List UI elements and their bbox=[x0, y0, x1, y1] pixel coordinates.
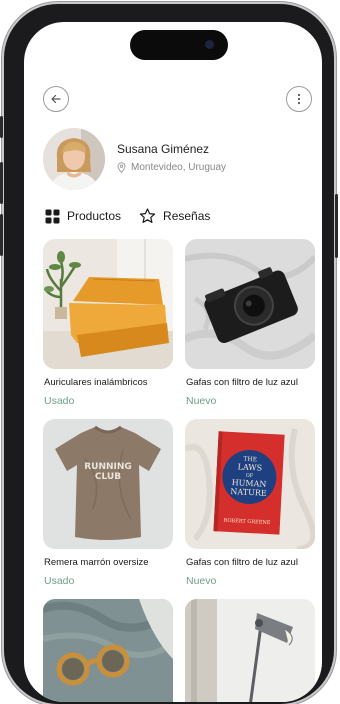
tshirt-print-line2: CLUB bbox=[95, 472, 121, 482]
product-card[interactable]: Auriculares inalámbricos Usado bbox=[43, 239, 173, 407]
product-title: Gafas con filtro de luz azul bbox=[186, 557, 298, 568]
product-image-black-camera bbox=[185, 239, 315, 369]
product-card[interactable]: Gafas con filtro de luz azul Nuevo bbox=[185, 239, 315, 407]
phone-frame: Susana Giménez Montevideo, Uruguay Produ… bbox=[0, 4, 338, 704]
side-button-action bbox=[0, 116, 3, 138]
more-vertical-icon bbox=[297, 93, 301, 105]
tab-resenas-label: Reseñas bbox=[163, 209, 211, 223]
product-image-book: THE LAWS OF HUMAN NATURE ROBERT GREENE bbox=[185, 419, 315, 549]
book-cover-nature: NATURE bbox=[230, 487, 267, 498]
product-image-desk-lamp bbox=[185, 599, 315, 702]
profile-name: Susana Giménez bbox=[117, 142, 210, 156]
product-title: Auriculares inalámbricos bbox=[44, 377, 148, 388]
profile-header: Susana Giménez Montevideo, Uruguay bbox=[43, 128, 313, 192]
product-condition: Usado bbox=[44, 395, 75, 407]
dynamic-island bbox=[130, 30, 228, 60]
profile-tabs: Productos Reseñas bbox=[45, 206, 228, 226]
product-card[interactable]: THE LAWS OF HUMAN NATURE ROBERT GREENE G… bbox=[185, 419, 315, 587]
product-image-brown-tshirt: RUNNING CLUB bbox=[43, 419, 173, 549]
product-condition: Nuevo bbox=[186, 395, 217, 407]
tshirt-print-line1: RUNNING bbox=[84, 462, 132, 472]
product-condition: Nuevo bbox=[186, 575, 217, 587]
tab-resenas[interactable]: Reseñas bbox=[139, 208, 210, 224]
arrow-left-icon bbox=[51, 94, 61, 104]
side-button-power bbox=[335, 194, 338, 258]
map-pin-icon bbox=[117, 162, 126, 173]
side-button-volume-down bbox=[0, 214, 3, 256]
star-icon bbox=[139, 208, 156, 223]
product-card[interactable]: RUNNING CLUB Remera marrón oversize Usad… bbox=[43, 419, 173, 587]
app-screen: Susana Giménez Montevideo, Uruguay Produ… bbox=[24, 22, 322, 702]
product-title: Remera marrón oversize bbox=[44, 557, 149, 568]
avatar[interactable] bbox=[43, 128, 105, 190]
back-button[interactable] bbox=[43, 86, 69, 112]
product-card[interactable] bbox=[43, 599, 173, 702]
product-condition: Usado bbox=[44, 575, 75, 587]
grid-icon bbox=[45, 209, 60, 223]
tab-productos[interactable]: Productos bbox=[45, 209, 121, 224]
product-title: Gafas con filtro de luz azul bbox=[186, 377, 298, 388]
book-cover-laws: LAWS bbox=[237, 462, 262, 472]
profile-location-text: Montevideo, Uruguay bbox=[131, 162, 227, 173]
product-card[interactable] bbox=[185, 599, 315, 702]
side-button-volume-up bbox=[0, 162, 3, 204]
tab-productos-label: Productos bbox=[67, 209, 122, 223]
product-image-orange-sofa bbox=[43, 239, 173, 369]
camera-lens-icon bbox=[205, 40, 214, 49]
profile-location: Montevideo, Uruguay bbox=[117, 162, 226, 173]
more-options-button[interactable] bbox=[286, 86, 312, 112]
product-image-sunglasses-sweater bbox=[43, 599, 173, 702]
